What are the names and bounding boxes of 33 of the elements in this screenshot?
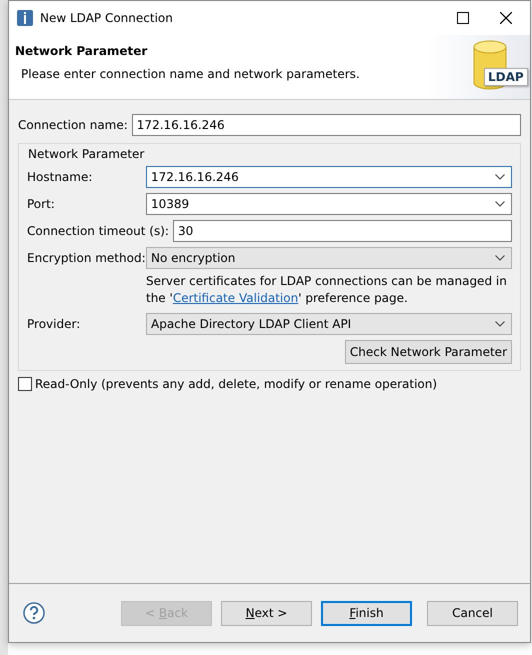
chevron-down-icon	[495, 321, 505, 327]
dialog-button[interactable]: Cancel	[427, 600, 518, 626]
window-title: New LDAP Connection	[40, 11, 173, 25]
checkbox-label: Read-Only (prevents any add, delete, modify or rename operation)	[35, 377, 438, 391]
page-description: Please enter connection name and network parameters.	[20, 67, 361, 81]
timeout-field[interactable]: 30	[172, 220, 512, 242]
dropdown[interactable]: No encryption	[146, 247, 512, 269]
chevron-down-icon	[495, 174, 505, 180]
page-title: Network Parameter	[15, 44, 148, 58]
close-icon[interactable]	[500, 12, 512, 24]
dialog-button[interactable]: Next >	[221, 600, 312, 626]
chevron-down-icon	[495, 201, 505, 207]
combo-box[interactable]: 172.16.16.246	[146, 166, 512, 188]
field-label: Connection timeout (s):	[27, 224, 169, 238]
dialog-button[interactable]: Finish	[321, 600, 412, 626]
maximize-icon[interactable]	[457, 12, 469, 24]
combo-box[interactable]: 10389	[146, 193, 512, 215]
field-label: Port:	[27, 197, 56, 211]
checkbox[interactable]	[18, 377, 32, 391]
chevron-down-icon	[495, 255, 505, 261]
group-title: Network Parameter	[28, 147, 146, 161]
field-label: Connection name:	[18, 118, 128, 132]
ldap-label: LDAP	[484, 68, 528, 86]
dropdown[interactable]: Apache Directory LDAP Client API	[146, 313, 512, 335]
field-label: Encryption method:	[27, 251, 142, 265]
field-label: Hostname:	[27, 170, 94, 184]
info-text: Server certificates for LDAP connections can be managed in the 'Certificate Validation' preference page.	[146, 273, 508, 307]
field-label: Provider:	[27, 317, 82, 331]
help-icon[interactable]	[23, 602, 45, 624]
app-icon	[17, 10, 33, 26]
check-network-button[interactable]: Check Network Parameter	[344, 340, 512, 364]
connection-name-field[interactable]: 172.16.16.246	[132, 114, 521, 136]
certificate-validation-link[interactable]: Certificate Validation	[172, 291, 298, 305]
